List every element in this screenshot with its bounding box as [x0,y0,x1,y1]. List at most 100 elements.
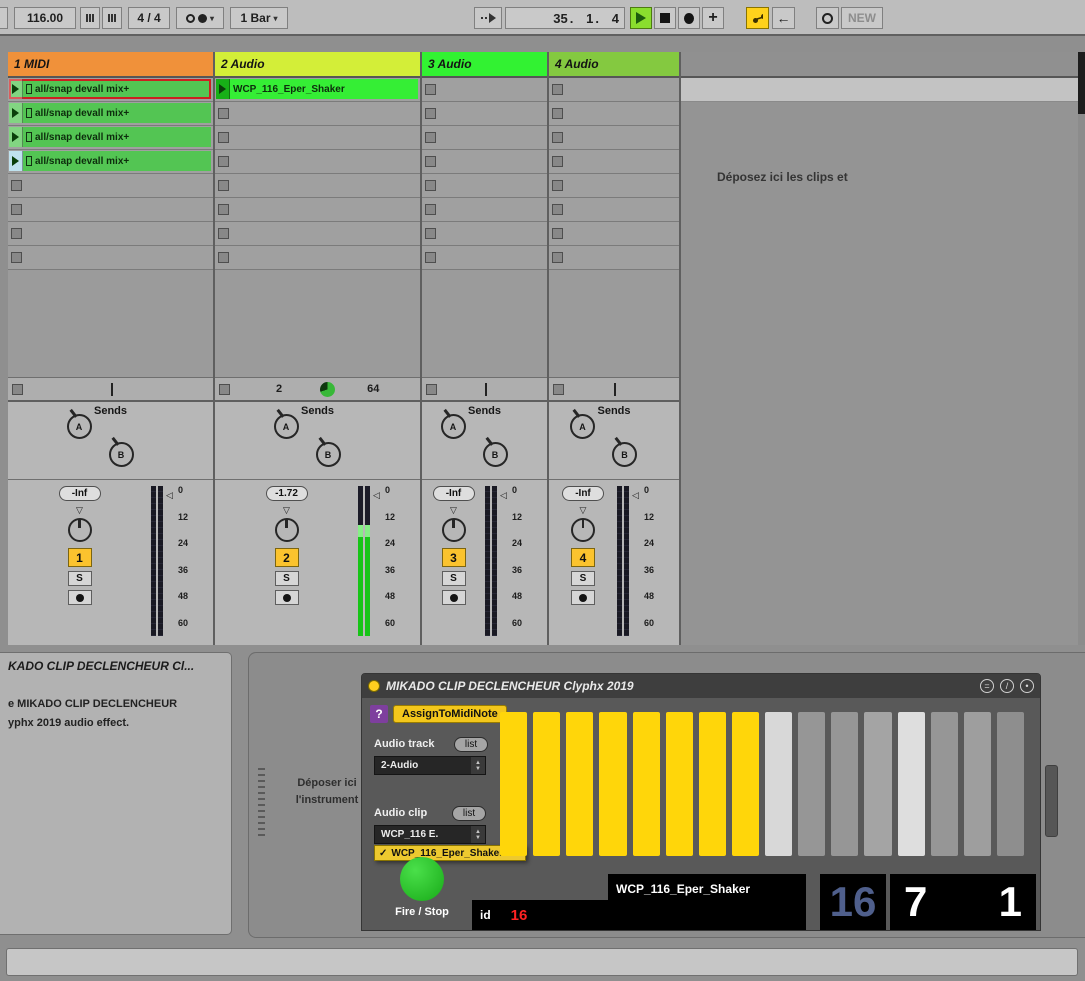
mikado-note-bar[interactable] [997,712,1024,856]
clip-stop-button[interactable] [425,228,436,239]
pan-knob[interactable] [442,518,466,542]
clip-stop-button[interactable] [552,156,563,167]
track-drop-zone-column[interactable]: Déposez ici les clips et [681,52,1078,645]
new-button[interactable]: NEW [841,7,883,29]
mikado-note-bar[interactable] [666,712,693,856]
clip-slot[interactable]: all/snap devall mix+ [8,78,213,102]
send-knob-a[interactable]: A [441,414,466,439]
mikado-note-bar[interactable] [699,712,726,856]
clip-slot[interactable] [549,126,679,150]
mikado-note-bar[interactable] [500,712,527,856]
clip-stop-button[interactable] [552,84,563,95]
clip-slot[interactable] [8,222,213,246]
clip-stop-button[interactable] [11,204,22,215]
device-save-icon[interactable] [1020,679,1034,693]
clip-slot[interactable]: WCP_116_Eper_Shaker [215,78,420,102]
mikado-note-bar[interactable] [533,712,560,856]
time-signature-display[interactable]: 4 / 4 [128,7,170,29]
clip-stop-button[interactable] [218,252,229,263]
solo-button[interactable]: S [442,571,466,586]
clip-slot[interactable] [8,246,213,270]
mikado-note-bar[interactable] [864,712,891,856]
clip-play-icon[interactable] [216,79,230,99]
clip-slot[interactable] [215,198,420,222]
clip-slot[interactable] [549,246,679,270]
clip-stop-button[interactable] [552,228,563,239]
audio-clip-list-button[interactable]: list [452,806,486,821]
clip-slot[interactable]: all/snap devall mix+ [8,150,213,174]
clip[interactable]: all/snap devall mix+ [9,103,211,123]
device-edit-icon[interactable] [1000,679,1014,693]
audio-clip-select[interactable]: WCP_116 E. [374,825,486,844]
clip-slot[interactable] [422,222,547,246]
clip-slot[interactable]: all/snap devall mix+ [8,126,213,150]
audio-effect-drop-handle[interactable] [1045,765,1058,837]
track-header-1[interactable]: 1 MIDI [8,52,213,78]
send-knob-a[interactable]: A [570,414,595,439]
clip-stop-button[interactable] [425,108,436,119]
clip-slot[interactable] [422,198,547,222]
clip-stop-button[interactable] [552,108,563,119]
clip-stop-button[interactable] [218,108,229,119]
arm-button[interactable] [442,590,466,605]
clip-stop-button[interactable] [552,180,563,191]
clip-slot[interactable]: all/snap devall mix+ [8,102,213,126]
pan-knob[interactable] [275,518,299,542]
mikado-note-bar[interactable] [633,712,660,856]
device-chain-grip-icon[interactable] [258,768,265,840]
clip-slot[interactable] [549,198,679,222]
clip-stop-button[interactable] [11,252,22,263]
quantize-menu[interactable]: 1 Bar ▾ [230,7,288,29]
session-vertical-scrollbar[interactable] [1078,52,1085,645]
track-header-3[interactable]: 3 Audio [422,52,547,78]
mikado-note-bar[interactable] [831,712,858,856]
clip[interactable]: all/snap devall mix+ [9,79,211,99]
clip-slot[interactable] [422,150,547,174]
clip-slot[interactable] [8,174,213,198]
session-record-button[interactable] [816,7,839,29]
tempo-display[interactable]: 116.00 [14,7,76,29]
stop-button[interactable] [654,7,676,29]
clip-stop-button[interactable] [425,84,436,95]
clip-slot[interactable] [8,198,213,222]
send-knob-b[interactable]: B [109,442,134,467]
metronome-button[interactable]: ▾ [176,7,224,29]
clip-slot[interactable] [215,102,420,126]
mikado-note-bar[interactable] [732,712,759,856]
volume-display[interactable]: -Inf [562,486,604,501]
clip-slot[interactable] [549,78,679,102]
assign-to-midi-note-button[interactable]: AssignToMidiNote [393,705,507,723]
clip-stop-button[interactable] [552,252,563,263]
clip-slot[interactable] [422,102,547,126]
solo-button[interactable]: S [571,571,595,586]
clip-slot[interactable] [215,126,420,150]
pan-knob[interactable] [571,518,595,542]
play-button[interactable] [630,7,652,29]
nudge-up-button[interactable] [102,7,122,29]
overdub-plus-button[interactable]: + [702,7,724,29]
mikado-note-bar[interactable] [964,712,991,856]
select-spinner-icon[interactable] [471,757,485,774]
arm-button[interactable] [571,590,595,605]
clip-stop-button[interactable] [218,132,229,143]
clip[interactable]: all/snap devall mix+ [9,151,211,171]
device-title-bar[interactable]: MIKADO CLIP DECLENCHEUR Clyphx 2019 [362,674,1040,698]
clip-stop-button[interactable] [552,132,563,143]
audio-track-select[interactable]: 2-Audio [374,756,486,775]
arm-button[interactable] [275,590,299,605]
mikado-note-bar[interactable] [765,712,792,856]
clip-slot[interactable] [215,174,420,198]
solo-button[interactable]: S [68,571,92,586]
mikado-note-bar[interactable] [931,712,958,856]
clip-slot[interactable] [422,174,547,198]
clip-slot[interactable] [422,126,547,150]
send-knob-a[interactable]: A [67,414,92,439]
clip-slot[interactable] [549,102,679,126]
device-hotswap-icon[interactable] [980,679,994,693]
send-knob-a[interactable]: A [274,414,299,439]
clip-stop-button[interactable] [425,156,436,167]
clip[interactable]: WCP_116_Eper_Shaker [216,79,418,99]
clip-stop-button[interactable] [219,384,230,395]
clip-play-icon[interactable] [9,79,23,99]
clip-stop-button[interactable] [425,132,436,143]
